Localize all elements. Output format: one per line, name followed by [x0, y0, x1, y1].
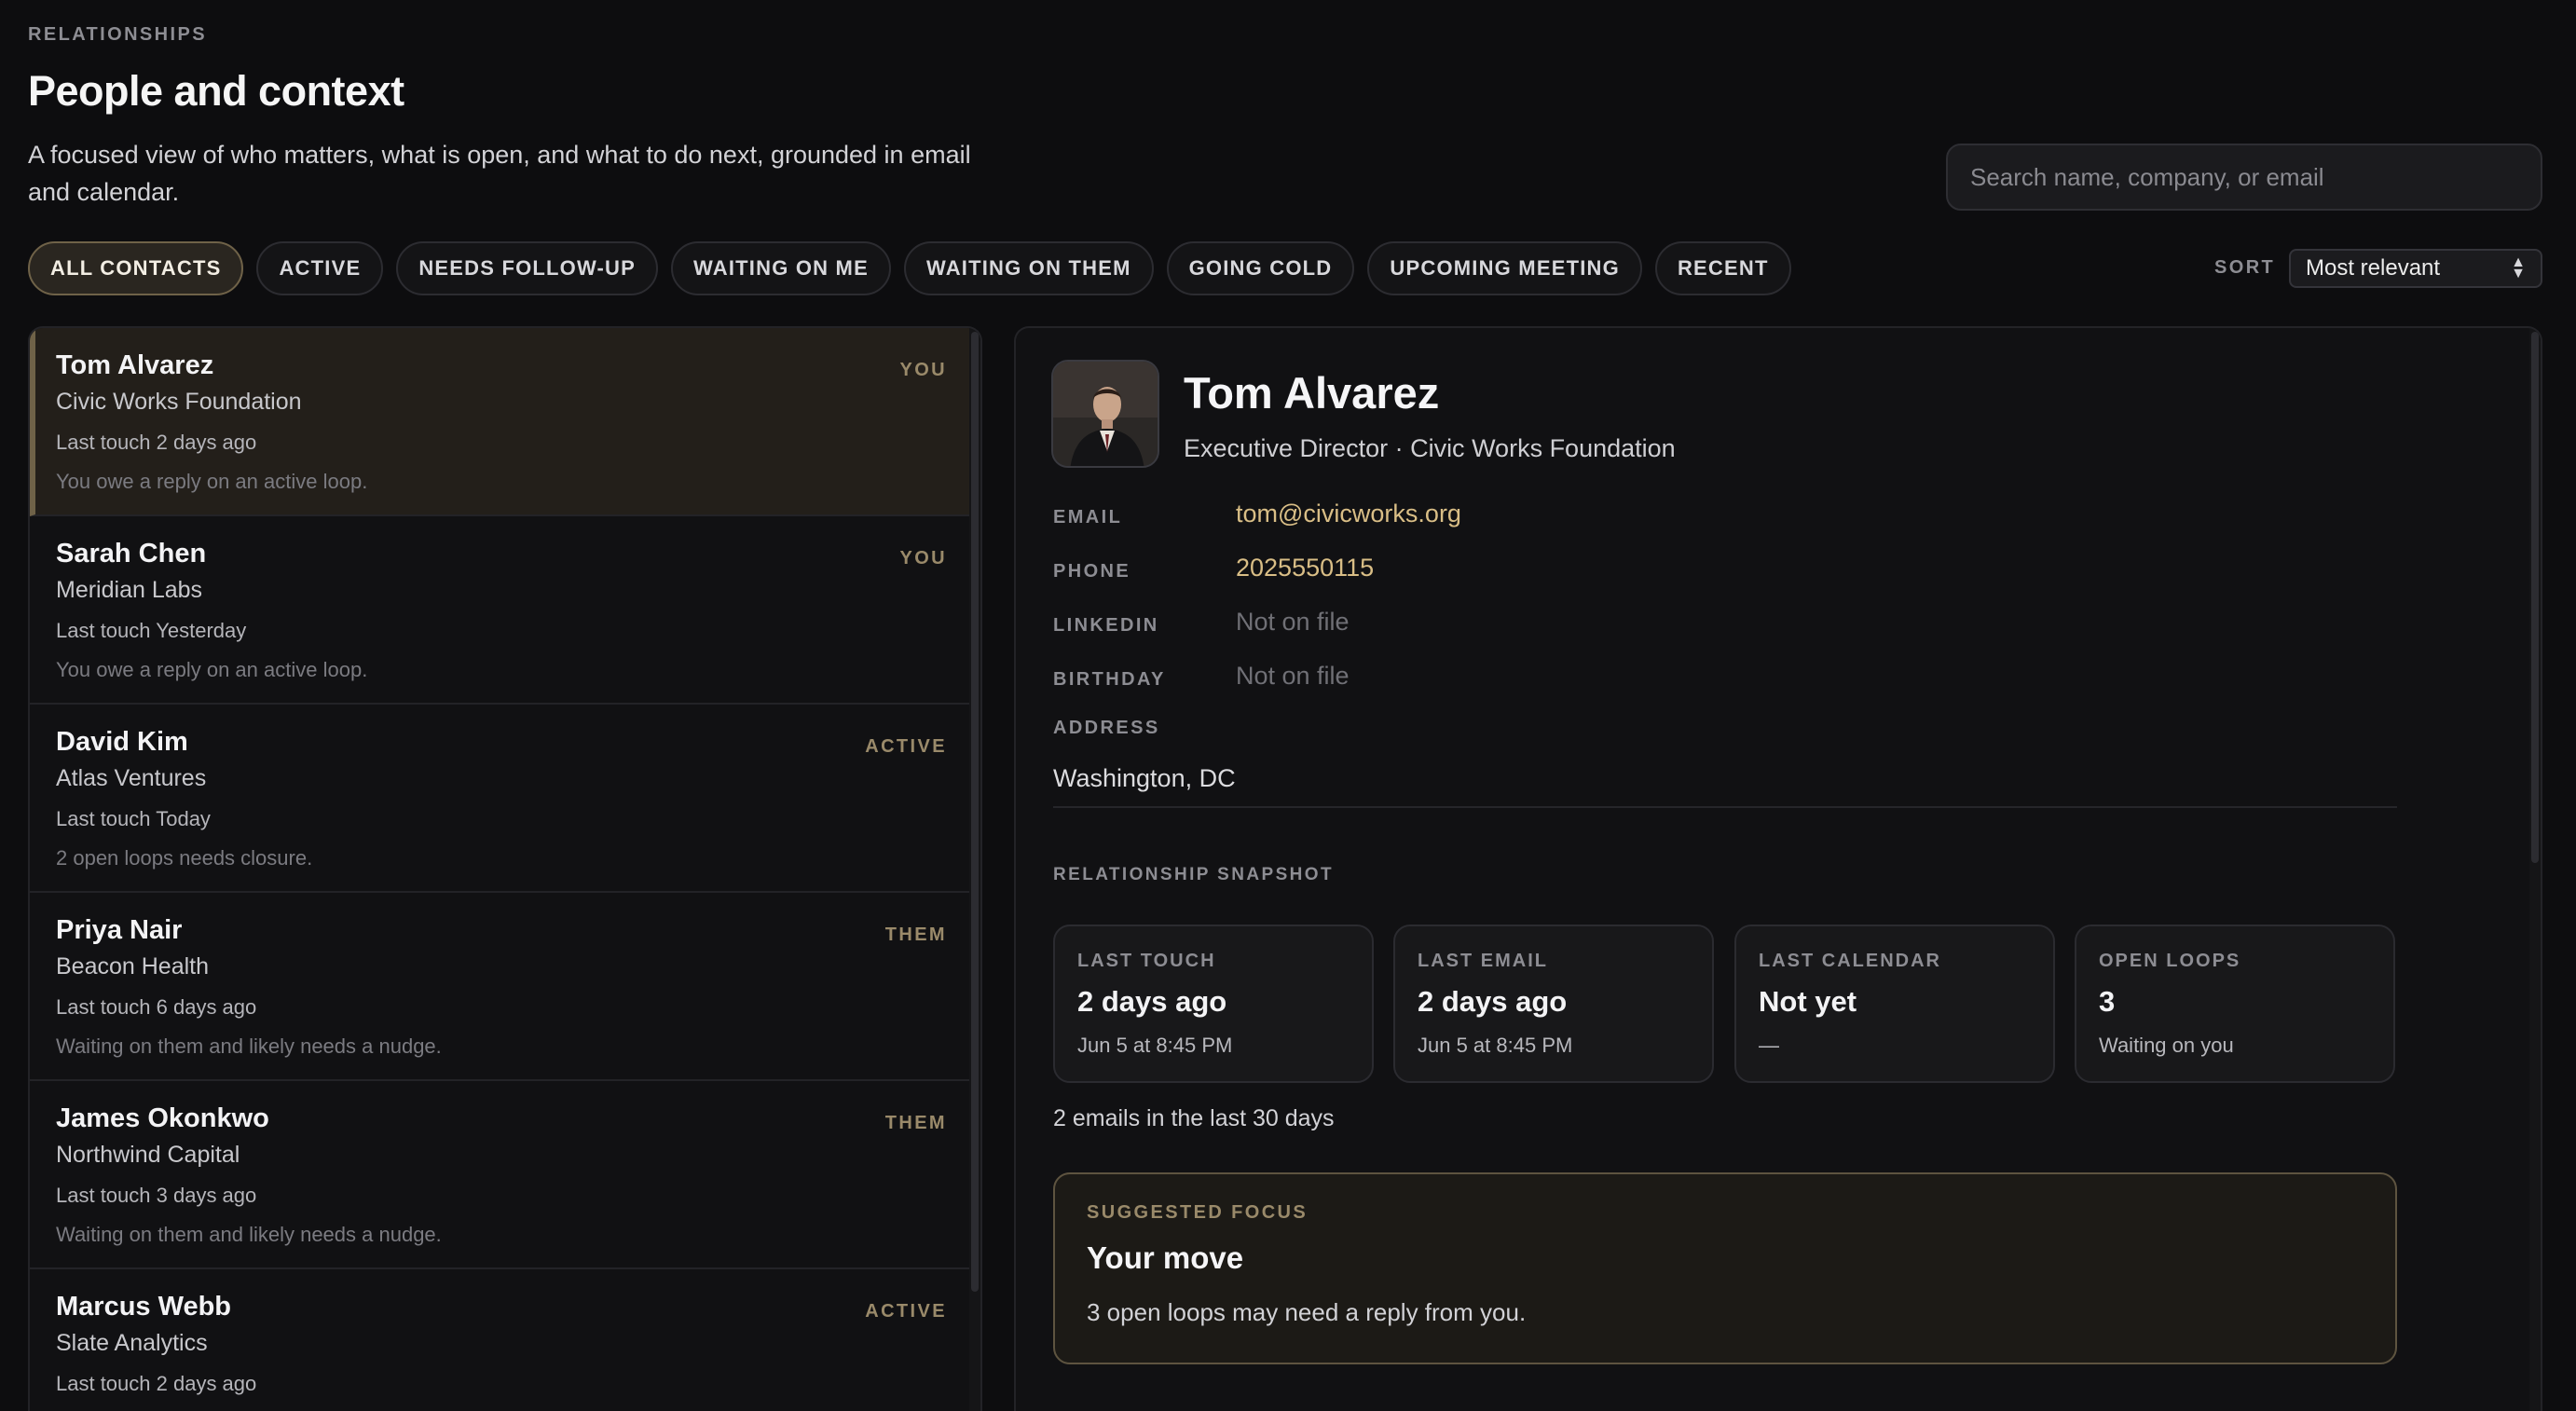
detail-role: Executive Director · Civic Works Foundat… [1184, 434, 1676, 462]
filter-going-cold[interactable]: GOING COLD [1166, 241, 1355, 295]
birthday-label: BIRTHDAY [1053, 669, 1166, 690]
stat-sub: Jun 5 at 8:45 PM [1418, 1034, 1573, 1057]
contact-note: You owe a reply on an active loop. [56, 470, 368, 493]
contact-last-touch: Last touch Yesterday [56, 619, 247, 642]
contact-note: Waiting on them and likely needs a nudge… [56, 1223, 442, 1246]
status-badge: ACTIVE [865, 736, 947, 757]
list-item[interactable]: David Kim Atlas Ventures Last touch Toda… [30, 705, 973, 893]
stat-last-calendar: LAST CALENDAR Not yet — [1734, 925, 2055, 1083]
phone-label: PHONE [1053, 561, 1131, 582]
contact-name: James Okonkwo [56, 1103, 269, 1133]
suggested-focus-card: SUGGESTED FOCUS Your move 3 open loops m… [1053, 1172, 2397, 1364]
sort-value: Most relevant [2306, 255, 2441, 281]
linkedin-label: LINKEDIN [1053, 615, 1159, 636]
filter-chips: ALL CONTACTS ACTIVE NEEDS FOLLOW-UP WAIT… [28, 241, 1791, 295]
snapshot-label: RELATIONSHIP SNAPSHOT [1053, 865, 1334, 884]
contact-detail: Tom Alvarez Executive Director · Civic W… [1014, 326, 2542, 1411]
detail-name: Tom Alvarez [1184, 368, 1440, 418]
stat-label: LAST CALENDAR [1759, 951, 1941, 971]
address-label: ADDRESS [1053, 718, 1160, 738]
stat-last-touch: LAST TOUCH 2 days ago Jun 5 at 8:45 PM [1053, 925, 1374, 1083]
list-item[interactable]: Priya Nair Beacon Health Last touch 6 da… [30, 893, 973, 1081]
status-badge: ACTIVE [865, 1301, 947, 1322]
person-photo-icon [1053, 362, 1158, 466]
section-eyebrow: RELATIONSHIPS [28, 24, 207, 45]
filter-all-contacts[interactable]: ALL CONTACTS [28, 241, 244, 295]
birthday-value: Not on file [1236, 662, 1350, 690]
filter-needs-follow-up[interactable]: NEEDS FOLLOW-UP [396, 241, 659, 295]
page-description: A focused view of who matters, what is o… [28, 141, 971, 206]
stat-label: LAST TOUCH [1077, 951, 1216, 971]
filter-waiting-on-them[interactable]: WAITING ON THEM [903, 241, 1154, 295]
email-link[interactable]: tom@civicworks.org [1236, 500, 1461, 528]
status-badge: THEM [884, 925, 947, 945]
contact-company: Civic Works Foundation [56, 389, 302, 415]
page-title: People and context [28, 67, 404, 115]
contact-name: Sarah Chen [56, 539, 207, 569]
contact-note: You owe a reply on an active loop. [56, 658, 368, 681]
list-scrollbar[interactable] [969, 328, 980, 1411]
relationships-app: RELATIONSHIPS People and context A focus… [0, 0, 2576, 1411]
list-item[interactable]: Marcus Webb Slate Analytics Last touch 2… [30, 1269, 973, 1411]
detail-scrollbar-thumb[interactable] [2531, 332, 2539, 863]
stat-value: Not yet [1759, 985, 1857, 1018]
linkedin-value: Not on file [1236, 608, 1350, 636]
sort-label: SORT [2214, 257, 2276, 278]
contact-last-touch: Last touch Today [56, 807, 211, 830]
contact-note: Waiting on them and likely needs a nudge… [56, 1034, 442, 1058]
stat-sub: — [1759, 1034, 1779, 1057]
search-input[interactable] [1946, 144, 2542, 211]
avatar [1051, 360, 1159, 468]
contact-company: Meridian Labs [56, 577, 203, 603]
list-item[interactable]: Tom Alvarez Civic Works Foundation Last … [30, 328, 973, 516]
contact-last-touch: Last touch 6 days ago [56, 995, 257, 1019]
filter-recent[interactable]: RECENT [1654, 241, 1791, 295]
contact-note: 2 open loops needs closure. [56, 846, 313, 870]
filter-active[interactable]: ACTIVE [256, 241, 384, 295]
focus-text: 3 open loops may need a reply from you. [1087, 1298, 1527, 1326]
detail-scrollbar[interactable] [2529, 328, 2541, 1411]
contact-last-touch: Last touch 2 days ago [56, 1372, 257, 1395]
emails-summary: 2 emails in the last 30 days [1053, 1105, 1335, 1131]
filter-upcoming-meeting[interactable]: UPCOMING MEETING [1367, 241, 1642, 295]
phone-link[interactable]: 2025550115 [1236, 554, 1374, 582]
list-item[interactable]: James Okonkwo Northwind Capital Last tou… [30, 1081, 973, 1269]
contact-last-touch: Last touch 2 days ago [56, 431, 257, 454]
contact-name: David Kim [56, 727, 188, 757]
contact-company: Beacon Health [56, 953, 210, 979]
status-badge: THEM [884, 1113, 947, 1133]
address-value: Washington, DC [1053, 764, 1236, 792]
list-scrollbar-thumb[interactable] [971, 332, 979, 1292]
stat-label: OPEN LOOPS [2099, 951, 2241, 971]
focus-title: Your move [1087, 1240, 1244, 1275]
stat-value: 2 days ago [1077, 985, 1227, 1018]
contact-name: Tom Alvarez [56, 350, 214, 380]
email-label: EMAIL [1053, 507, 1123, 527]
contact-last-touch: Last touch 3 days ago [56, 1184, 257, 1207]
stat-sub: Jun 5 at 8:45 PM [1077, 1034, 1233, 1057]
contact-name: Marcus Webb [56, 1292, 232, 1322]
stat-value: 3 [2099, 985, 2116, 1018]
stat-value: 2 days ago [1418, 985, 1568, 1018]
status-badge: YOU [899, 548, 947, 569]
list-item[interactable]: Sarah Chen Meridian Labs Last touch Yest… [30, 516, 973, 705]
status-badge: YOU [899, 360, 947, 380]
contact-company: Northwind Capital [56, 1142, 240, 1168]
sort-select[interactable]: Most relevant ▲ ▼ [2289, 249, 2542, 288]
stat-label: LAST EMAIL [1418, 951, 1548, 971]
contact-name: Priya Nair [56, 915, 183, 945]
contact-company: Slate Analytics [56, 1330, 208, 1356]
stat-sub: Waiting on you [2099, 1034, 2234, 1057]
focus-label: SUGGESTED FOCUS [1087, 1202, 1309, 1223]
stat-open-loops: OPEN LOOPS 3 Waiting on you [2075, 925, 2395, 1083]
filter-waiting-on-me[interactable]: WAITING ON ME [671, 241, 891, 295]
contact-company: Atlas Ventures [56, 765, 207, 791]
divider [1053, 806, 2397, 808]
stat-last-email: LAST EMAIL 2 days ago Jun 5 at 8:45 PM [1393, 925, 1714, 1083]
chevron-updown-icon: ▲ ▼ [2511, 254, 2526, 281]
contact-list: Tom Alvarez Civic Works Foundation Last … [28, 326, 982, 1411]
